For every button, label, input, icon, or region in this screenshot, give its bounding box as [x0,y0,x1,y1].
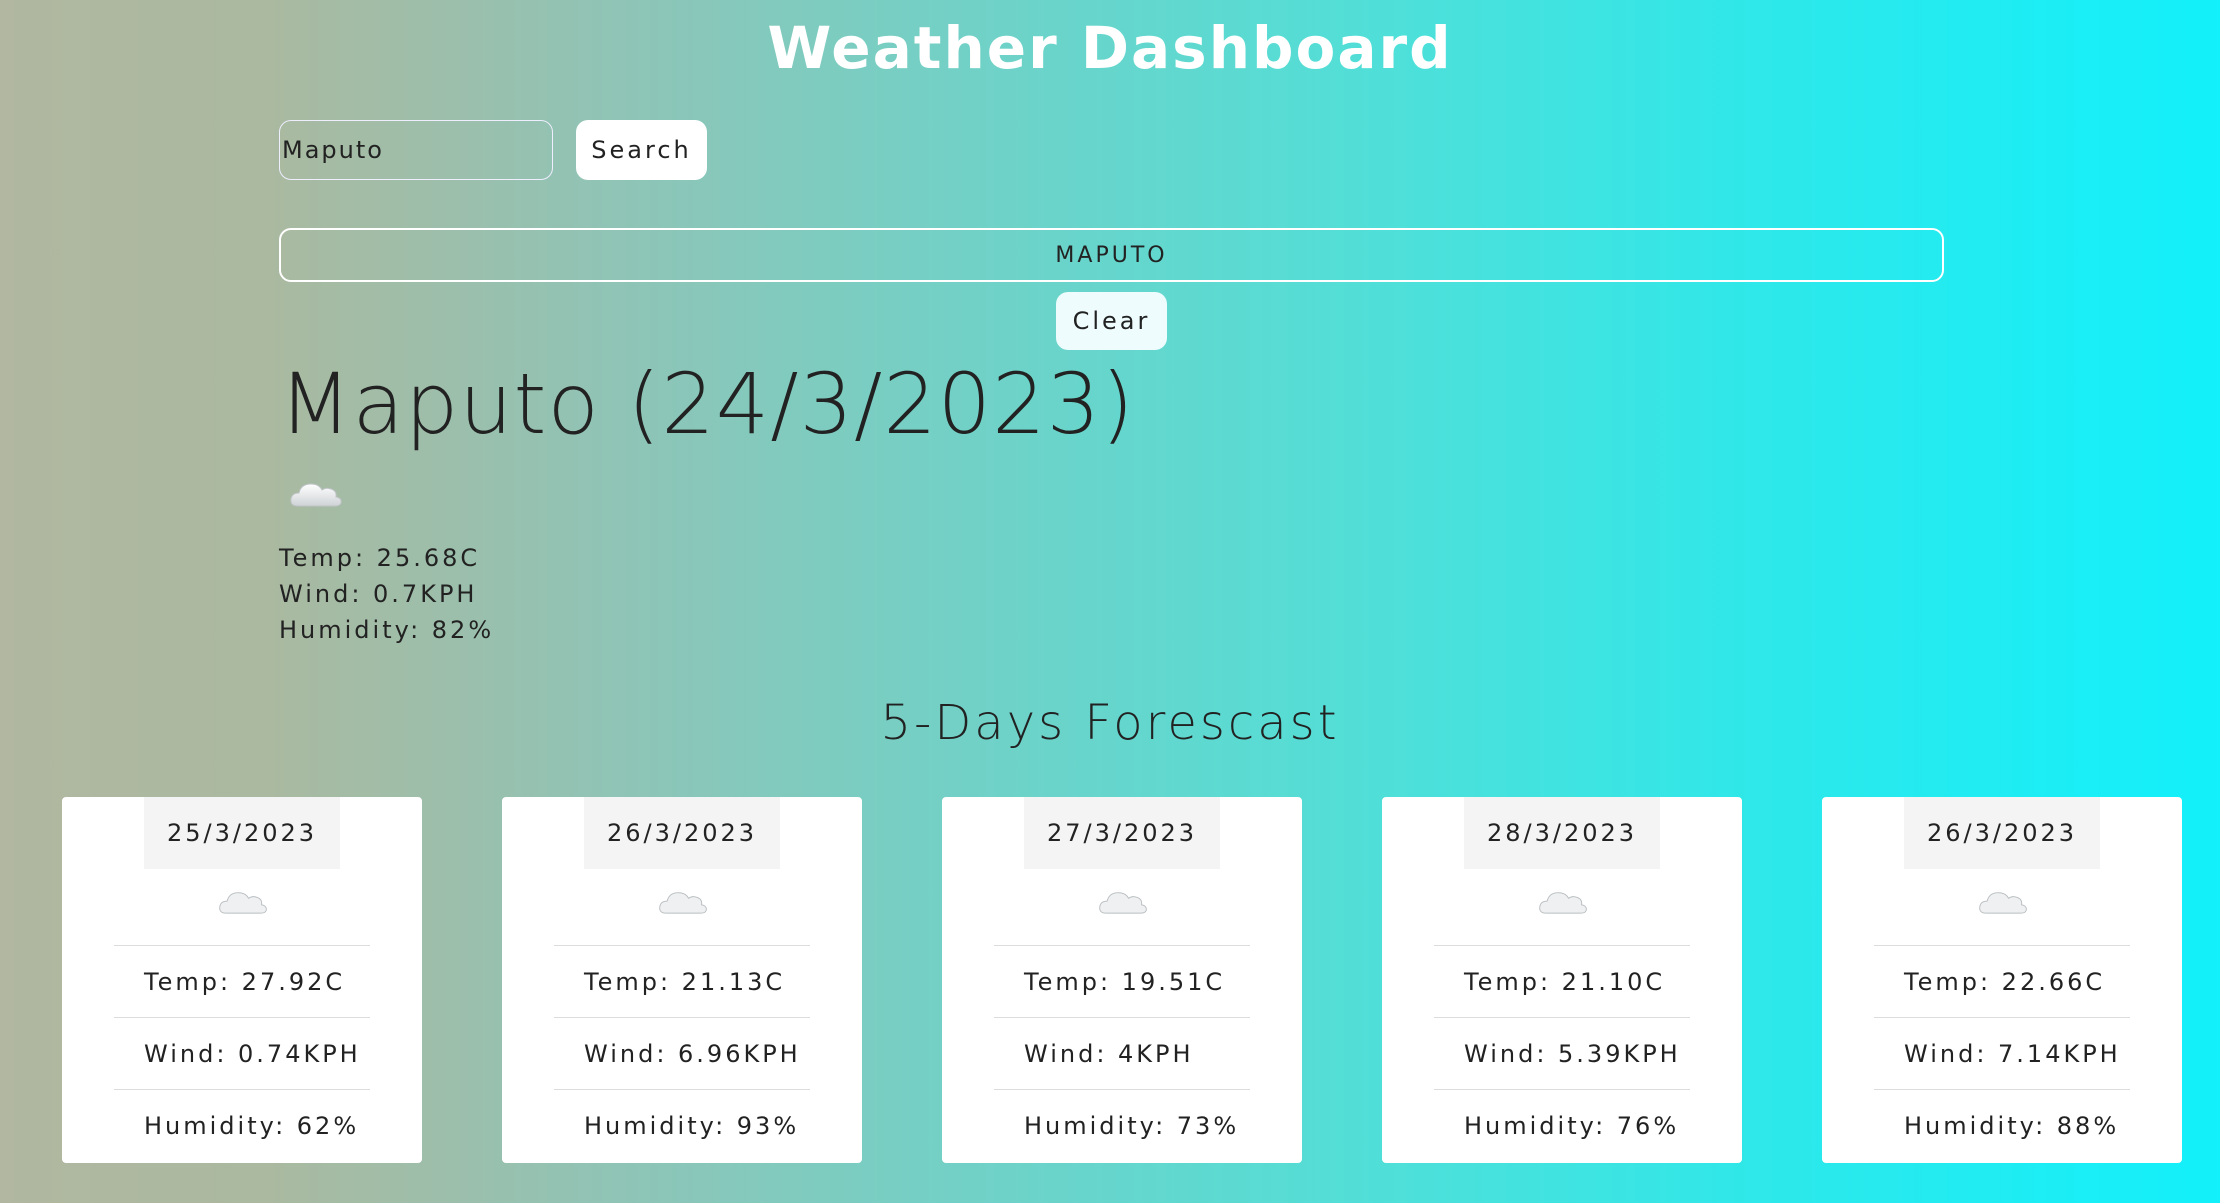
cloud-icon [1537,885,1589,923]
forecast-temp: Temp: 22.66C [1874,945,2130,1017]
search-button[interactable]: Search [576,120,707,180]
forecast-title: 5-Days Forescast [880,695,1340,751]
forecast-temp: Temp: 21.10C [1434,945,1690,1017]
current-wind: Wind: 0.7KPH [279,580,478,608]
forecast-temp: Temp: 27.92C [114,945,370,1017]
current-city-heading: Maputo (24/3/2023) [279,355,1135,453]
forecast-humidity: Humidity: 93% [554,1089,810,1161]
forecast-temp: Temp: 19.51C [994,945,1250,1017]
forecast-date: 26/3/2023 [584,797,780,869]
cloud-icon [217,885,269,923]
forecast-wind: Wind: 6.96KPH [554,1017,810,1089]
forecast-humidity: Humidity: 73% [994,1089,1250,1161]
forecast-date: 28/3/2023 [1464,797,1660,869]
forecast-date: 26/3/2023 [1904,797,2100,869]
current-temp: Temp: 25.68C [279,544,481,572]
search-input[interactable] [279,120,553,180]
cloud-icon [1977,885,2029,923]
forecast-wind: Wind: 0.74KPH [114,1017,370,1089]
clear-button[interactable]: Clear [1056,292,1167,350]
forecast-humidity: Humidity: 76% [1434,1089,1690,1161]
forecast-date: 25/3/2023 [144,797,340,869]
current-stats: Temp: 25.68C Wind: 0.7KPH Humidity: 82% [279,540,494,648]
forecast-card: 27/3/2023 Temp: 19.51C Wind: 4KPH Humidi… [942,797,1302,1163]
page-title: Weather Dashboard [767,14,1453,82]
forecast-card: 26/3/2023 Temp: 22.66C Wind: 7.14KPH Hum… [1822,797,2182,1163]
cloud-icon [657,885,709,923]
forecast-card: 25/3/2023 Temp: 27.92C Wind: 0.74KPH Hum… [62,797,422,1163]
forecast-card: 28/3/2023 Temp: 21.10C Wind: 5.39KPH Hum… [1382,797,1742,1163]
history-item-maputo[interactable]: MAPUTO [279,228,1944,282]
cloud-icon [288,476,344,516]
forecast-wind: Wind: 7.14KPH [1874,1017,2130,1089]
forecast-temp: Temp: 21.13C [554,945,810,1017]
forecast-wind: Wind: 4KPH [994,1017,1250,1089]
cloud-icon [1097,885,1149,923]
forecast-humidity: Humidity: 62% [114,1089,370,1161]
forecast-wind: Wind: 5.39KPH [1434,1017,1690,1089]
forecast-card: 26/3/2023 Temp: 21.13C Wind: 6.96KPH Hum… [502,797,862,1163]
forecast-humidity: Humidity: 88% [1874,1089,2130,1161]
forecast-date: 27/3/2023 [1024,797,1220,869]
current-humidity: Humidity: 82% [279,616,495,644]
